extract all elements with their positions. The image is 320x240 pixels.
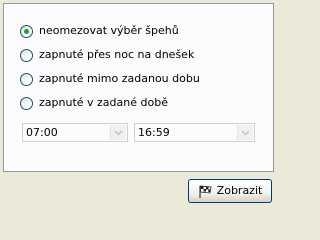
radio-button[interactable] xyxy=(20,48,33,62)
radio-button[interactable] xyxy=(20,24,33,38)
radio-option-within-period[interactable]: zapnuté v zadané době xyxy=(20,96,168,110)
radio-option-label: neomezovat výběr špehů xyxy=(39,24,179,37)
time-from-value: 07:00 xyxy=(26,126,58,139)
time-from-select[interactable]: 07:00 xyxy=(22,123,128,142)
radio-button[interactable] xyxy=(20,72,33,86)
radio-option-unrestricted[interactable]: neomezovat výběr špehů xyxy=(20,24,179,38)
checkered-flag-icon xyxy=(198,184,213,199)
radio-option-overnight-today[interactable]: zapnuté přes noc na dnešek xyxy=(20,48,194,62)
radio-button[interactable] xyxy=(20,96,33,110)
time-to-select[interactable]: 16:59 xyxy=(134,123,255,142)
options-panel: neomezovat výběr špehů zapnuté přes noc … xyxy=(3,3,274,172)
time-to-value: 16:59 xyxy=(138,126,170,139)
show-button[interactable]: Zobrazit xyxy=(188,179,272,203)
radio-option-label: zapnuté mimo zadanou dobu xyxy=(39,72,200,85)
radio-option-label: zapnuté přes noc na dnešek xyxy=(39,48,195,61)
filter-dialog: neomezovat výběr špehů zapnuté přes noc … xyxy=(0,0,280,210)
radio-option-outside-period[interactable]: zapnuté mimo zadanou dobu xyxy=(20,72,200,86)
radio-selected-dot xyxy=(24,28,29,34)
show-button-label: Zobrazit xyxy=(216,184,263,197)
chevron-down-icon[interactable] xyxy=(237,125,253,140)
radio-option-label: zapnuté v zadané době xyxy=(39,96,168,109)
chevron-down-icon[interactable] xyxy=(110,125,126,140)
